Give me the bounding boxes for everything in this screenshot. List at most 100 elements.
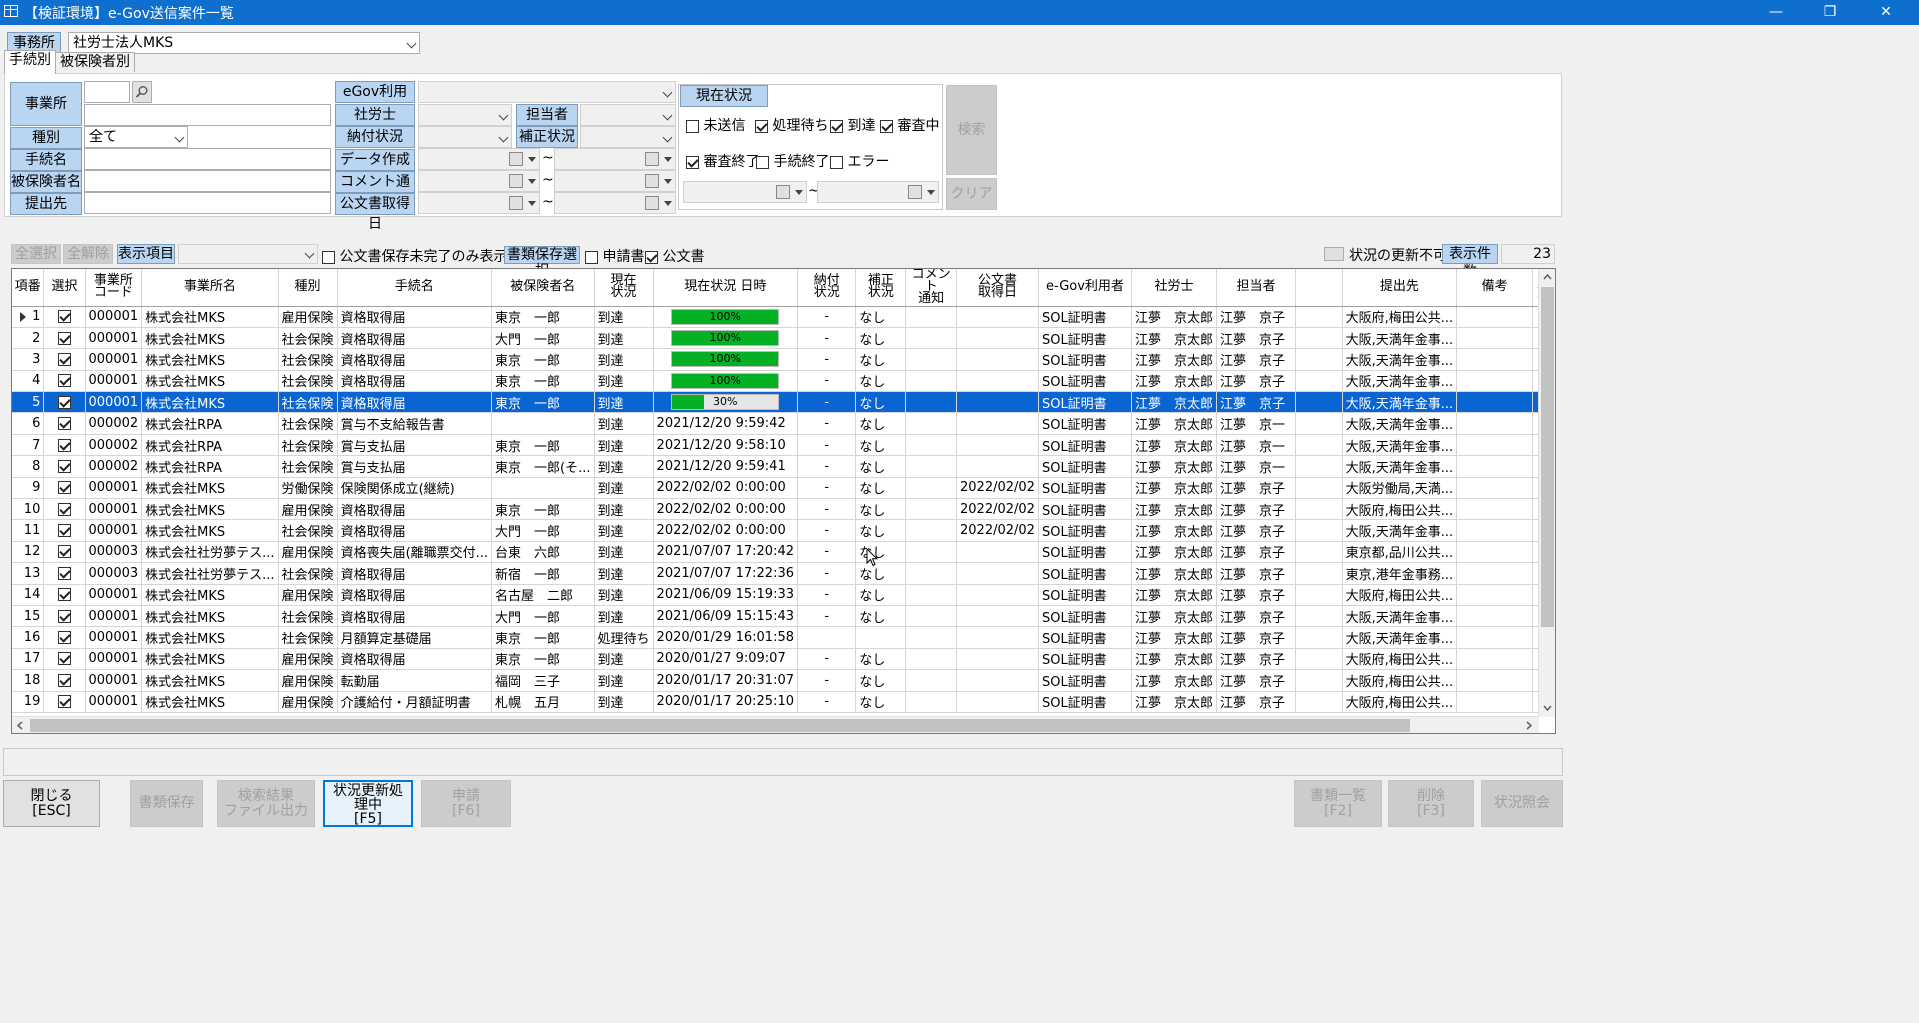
horizontal-scrollbar[interactable] — [12, 716, 1539, 733]
shinsei-check[interactable]: 申請書 — [585, 246, 644, 266]
row-checkbox[interactable] — [57, 652, 71, 666]
comment-date-from[interactable] — [418, 170, 540, 192]
egov-user-select[interactable] — [418, 81, 676, 103]
status-date-to[interactable] — [817, 181, 939, 203]
tab-by-procedure[interactable]: 手続別 — [4, 50, 56, 74]
row-checkbox[interactable] — [57, 695, 71, 709]
row-checkbox[interactable] — [57, 609, 71, 623]
noufu-select[interactable] — [418, 126, 512, 148]
status-check-shinsashuryo[interactable]: 審査終了 — [686, 151, 759, 171]
vertical-scrollbar[interactable] — [1538, 269, 1555, 717]
restore-button[interactable]: ❐ — [1807, 0, 1853, 25]
hihokensha-input[interactable] — [84, 170, 331, 192]
checkbox[interactable] — [585, 250, 598, 264]
row-checkbox[interactable] — [57, 566, 71, 580]
column-header[interactable]: 納付 状況 — [797, 269, 857, 307]
column-header[interactable]: 補正 状況 — [855, 269, 907, 307]
table-row[interactable]: 5 000001 株式会社MKS 社会保険 資格取得届 東京 一郎 到達 30% - なし SOL証… — [12, 391, 1555, 414]
column-header[interactable]: 選択 — [43, 269, 86, 307]
status-inquiry-button[interactable]: 状況照会 — [1481, 780, 1563, 827]
table-row[interactable]: 15 000001 株式会社MKS 社会保険 資格取得届 大門 一郎 到達 2021/06/0… — [12, 605, 1555, 628]
row-checkbox[interactable] — [57, 310, 71, 324]
table-row[interactable]: 9 000001 株式会社MKS 労働保険 保険関係成立(継続) 到達 2022/02/02… — [12, 477, 1555, 500]
row-checkbox[interactable] — [57, 502, 71, 516]
table-row[interactable]: 6 000002 株式会社RPA 社会保険 賞与不支給報告書 到達 2021/12/20 9… — [12, 412, 1555, 435]
scroll-right-icon[interactable] — [1526, 721, 1532, 730]
checkbox-2[interactable] — [830, 119, 843, 133]
unsaved-only-check[interactable]: 公文書保存未完了のみ表示 — [322, 246, 507, 266]
koubun-date-to[interactable] — [554, 192, 676, 214]
table-row[interactable]: 7 000002 株式会社RPA 社会保険 賞与支払届 東京 一郎 到達 2021/12/20… — [12, 434, 1555, 457]
tetsuzuki-input[interactable] — [84, 148, 331, 170]
jigyosho-code-input[interactable] — [84, 81, 130, 103]
close-button[interactable]: 閉じる [ESC] — [3, 780, 100, 827]
close-window-button[interactable]: ✕ — [1863, 0, 1909, 25]
checkbox-4[interactable] — [686, 155, 699, 169]
table-row[interactable]: 11 000001 株式会社MKS 社会保険 資格取得届 大門 一郎 到達 2022/02/0… — [12, 519, 1555, 542]
column-header[interactable] — [1295, 269, 1343, 307]
row-checkbox[interactable] — [57, 481, 71, 495]
column-header[interactable]: 現在 状況 — [594, 269, 654, 307]
minimize-button[interactable]: — — [1753, 0, 1799, 25]
column-header[interactable]: 担当者 — [1216, 269, 1297, 307]
checkbox-6[interactable] — [830, 155, 843, 169]
column-header[interactable]: e-Gov利用者 — [1038, 269, 1133, 307]
column-header[interactable]: 備考 — [1456, 269, 1534, 307]
search-button[interactable]: 検索 — [946, 85, 997, 175]
table-row[interactable]: 2 000001 株式会社MKS 社会保険 資格取得届 大門 一郎 到達 100% - なし SOL… — [12, 327, 1555, 350]
column-header[interactable]: 公文書 取得日 — [956, 269, 1039, 307]
checkbox-0[interactable] — [686, 119, 699, 133]
row-checkbox[interactable] — [57, 331, 71, 345]
scroll-down-icon[interactable] — [1543, 705, 1552, 711]
office-select[interactable]: 社労士法人MKS — [68, 32, 420, 54]
table-row[interactable]: 18 000001 株式会社MKS 雇用保険 転勤届 福岡 三子 到達 2020/01/17 … — [12, 669, 1555, 692]
column-header[interactable]: 被保険者名 — [491, 269, 595, 307]
update-status-button[interactable]: 状況更新処 理中 [F5] — [323, 780, 413, 827]
table-row[interactable]: 4 000001 株式会社MKS 社会保険 資格取得届 東京 一郎 到達 100% - なし SOL… — [12, 370, 1555, 393]
status-check-shorimachi[interactable]: 処理待ち — [755, 115, 828, 135]
tab-by-insured[interactable]: 被保険者別 — [55, 52, 135, 72]
row-checkbox[interactable] — [57, 417, 71, 431]
display-items-select[interactable] — [178, 244, 318, 264]
status-check-error[interactable]: エラー — [830, 151, 889, 171]
row-checkbox[interactable] — [57, 673, 71, 687]
scroll-up-icon[interactable] — [1543, 274, 1552, 280]
checkbox-3[interactable] — [880, 119, 893, 133]
column-header[interactable]: 項番 — [12, 269, 45, 307]
apply-button[interactable]: 申請 [F6] — [421, 780, 511, 827]
doc-list-button[interactable]: 書類一覧 [F2] — [1294, 780, 1382, 827]
row-checkbox[interactable] — [57, 395, 71, 409]
sharoushi-select[interactable] — [418, 104, 512, 126]
checkbox-1[interactable] — [755, 119, 768, 133]
row-checkbox[interactable] — [57, 352, 71, 366]
export-results-button[interactable]: 検索結果 ファイル出力 — [217, 780, 315, 827]
data-date-to[interactable] — [554, 148, 676, 170]
save-docs-button[interactable]: 書類保存 — [130, 780, 203, 827]
horizontal-scroll-thumb[interactable] — [30, 719, 1410, 732]
select-all-button[interactable]: 全選択 — [11, 244, 61, 264]
scroll-left-icon[interactable] — [17, 721, 23, 730]
table-row[interactable]: 8 000002 株式会社RPA 社会保険 賞与支払届 東京 一郎(そ... 到達 2021/… — [12, 455, 1555, 478]
delete-button[interactable]: 削除 [F3] — [1388, 780, 1474, 827]
tantou-select[interactable] — [580, 104, 676, 126]
status-date-from[interactable] — [683, 181, 807, 203]
table-row[interactable]: 16 000001 株式会社MKS 社会保険 月額算定基礎届 東京 一郎 処理待ち 2020/… — [12, 626, 1555, 649]
checkbox[interactable] — [322, 250, 335, 264]
row-checkbox[interactable] — [57, 374, 71, 388]
table-row[interactable]: 14 000001 株式会社MKS 雇用保険 資格取得届 名古屋 二郎 到達 2021/06/… — [12, 584, 1555, 606]
table-row[interactable]: 17 000001 株式会社MKS 雇用保険 資格取得届 東京 一郎 到達 2020/01/2… — [12, 648, 1555, 671]
jigyosho-name-input[interactable] — [84, 104, 331, 126]
row-checkbox[interactable] — [57, 588, 71, 602]
row-checkbox[interactable] — [57, 631, 71, 645]
column-header[interactable]: 社労士 — [1131, 269, 1218, 307]
search-icon[interactable] — [132, 81, 152, 103]
table-row[interactable]: 3 000001 株式会社MKS 社会保険 資格取得届 東京 一郎 到達 100% - なし SOL… — [12, 348, 1555, 371]
column-header[interactable]: 種別 — [278, 269, 338, 307]
koubunsho-check[interactable]: 公文書 — [645, 246, 704, 266]
column-header[interactable]: 提出先 — [1342, 269, 1458, 307]
checkbox[interactable] — [645, 250, 658, 264]
column-header[interactable]: 事業所 コード — [85, 269, 143, 307]
status-check-tetsuzukishuryo[interactable]: 手続終了 — [756, 151, 829, 171]
column-header[interactable]: コメント 通知 — [905, 269, 958, 307]
table-row[interactable]: 13 000003 株式会社社労夢テス... 社会保険 資格取得届 新宿 一郎 到達 2021… — [12, 562, 1555, 585]
